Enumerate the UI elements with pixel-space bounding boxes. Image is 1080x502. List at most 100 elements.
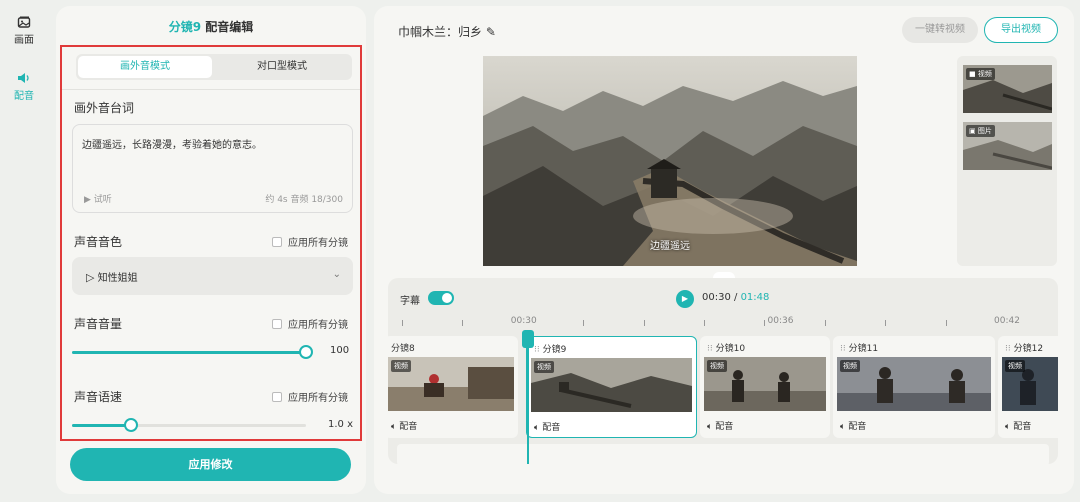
apply-all-label: 应用所有分镜 bbox=[288, 320, 348, 331]
secondary-track[interactable] bbox=[397, 444, 1049, 464]
clip-name: 分镜8 bbox=[391, 344, 415, 354]
rail-item-voice[interactable]: 配音 bbox=[0, 72, 48, 102]
speaker-icon: 🔈︎ bbox=[534, 423, 540, 433]
clip-name-text: 分镜10 bbox=[715, 344, 746, 354]
clip-thumbnail: 视频 bbox=[388, 357, 514, 411]
ruler-tick bbox=[583, 320, 585, 326]
speed-knob[interactable] bbox=[123, 418, 138, 432]
thumbnail-image-asset[interactable]: ▣ 图片 bbox=[963, 122, 1052, 170]
thumbnail-video[interactable]: ■ 视频 bbox=[963, 65, 1052, 113]
video-icon: ■ bbox=[969, 70, 976, 78]
speed-slider[interactable] bbox=[72, 418, 306, 432]
rail-item-image[interactable]: 画面 bbox=[0, 16, 48, 46]
preview-label: 试听 bbox=[93, 195, 112, 205]
ruler-tick bbox=[945, 320, 947, 326]
voice-editor-panel: 分镜9 配音编辑 画外音模式 对口型模式 画外音台词 边疆遥远，长路漫漫，考验着… bbox=[56, 6, 366, 494]
speed-value: 1.0 x bbox=[328, 419, 353, 430]
volume-slider[interactable] bbox=[72, 345, 313, 359]
thumbnail-tag: ▣ 图片 bbox=[966, 125, 995, 137]
panel-title-text: 配音编辑 bbox=[205, 20, 254, 34]
speaker-icon: 🔈︎ bbox=[707, 422, 713, 432]
main-area: 巾帼木兰：归乡 ✎ 一键转视频 导出视频 边疆遥远 ■ 视频 ▣ 图片 ⌄ bbox=[374, 6, 1074, 494]
clip-shot-8[interactable]: 分镜8 视频 🔈︎ 配音 bbox=[388, 336, 518, 438]
speed-fill bbox=[72, 424, 131, 427]
ruler-tick bbox=[764, 320, 766, 326]
video-preview[interactable]: 边疆遥远 bbox=[483, 56, 857, 266]
clip-audio-label: 配音 bbox=[715, 422, 734, 432]
speaker-icon bbox=[18, 73, 29, 83]
drag-handle-icon[interactable]: ⁝⁝ bbox=[840, 344, 846, 354]
apply-all-volume-checkbox[interactable]: 应用所有分镜 bbox=[272, 316, 348, 331]
clip-audio-label: 配音 bbox=[542, 423, 561, 433]
volume-value: 100 bbox=[330, 345, 350, 356]
divider bbox=[62, 89, 360, 90]
clip-audio-label: 配音 bbox=[1013, 422, 1032, 432]
project-title-text: 巾帼木兰：归乡 bbox=[398, 25, 483, 39]
play-icon[interactable]: ▷ bbox=[86, 271, 94, 284]
tab-lipsync-mode[interactable]: 对口型模式 bbox=[214, 56, 350, 78]
speaker-icon: 🔈︎ bbox=[1005, 422, 1011, 432]
clip-shot-10[interactable]: ⁝⁝ 分镜10 视频 🔈︎ 配音 bbox=[700, 336, 830, 438]
clip-tag: 视频 bbox=[534, 361, 554, 373]
playhead[interactable] bbox=[522, 330, 534, 464]
clip-audio[interactable]: 🔈︎ 配音 bbox=[534, 420, 560, 433]
clip-shot-9[interactable]: ⁝⁝ 分镜9 视频 🔈︎ 配音 bbox=[526, 336, 697, 438]
drag-handle-icon[interactable]: ⁝⁝ bbox=[1005, 344, 1011, 354]
time-ruler[interactable]: 00:30 00:36 00:42 bbox=[388, 314, 1058, 334]
apply-all-label: 应用所有分镜 bbox=[288, 238, 348, 249]
ruler-tick bbox=[885, 320, 887, 326]
voiceover-textarea[interactable]: 边疆遥远，长路漫漫，考验着她的意志。 ▶ 试听 约 4s 音频 18/300 bbox=[72, 124, 353, 213]
clip-thumbnail: 视频 bbox=[837, 357, 991, 411]
clip-shot-12[interactable]: ⁝⁝ 分镜12 视频 🔈︎ 配音 bbox=[998, 336, 1058, 438]
clip-audio[interactable]: 🔈︎ 配音 bbox=[1005, 419, 1031, 432]
thumbnail-tag: ■ 视频 bbox=[966, 68, 995, 80]
thumbnail-tag-text: 图片 bbox=[977, 127, 992, 135]
convert-video-button[interactable]: 一键转视频 bbox=[902, 17, 978, 43]
volume-knob[interactable] bbox=[299, 345, 313, 359]
timbre-select[interactable]: ▷ 知性姐姐 ⌄ bbox=[72, 257, 353, 295]
rail-label: 画面 bbox=[14, 35, 34, 46]
clip-shot-11[interactable]: ⁝⁝ 分镜11 视频 🔈︎ 配音 bbox=[833, 336, 995, 438]
apply-all-timbre-checkbox[interactable]: 应用所有分镜 bbox=[272, 234, 348, 249]
toggle-knob bbox=[442, 293, 452, 303]
panel-title: 分镜9 配音编辑 bbox=[56, 18, 366, 35]
time-display: 00:30 / 01:48 bbox=[702, 292, 769, 303]
drag-handle-icon[interactable]: ⁝⁝ bbox=[707, 344, 713, 354]
speaker-icon: 🔈︎ bbox=[840, 422, 846, 432]
export-video-button[interactable]: 导出视频 bbox=[984, 17, 1058, 43]
play-button[interactable]: ▶ bbox=[676, 290, 694, 308]
apply-all-speed-checkbox[interactable]: 应用所有分镜 bbox=[272, 389, 348, 404]
clip-audio-label: 配音 bbox=[399, 422, 418, 432]
ruler-tick bbox=[462, 320, 464, 326]
drag-handle-icon[interactable]: ⁝⁝ bbox=[534, 345, 540, 355]
clip-name: ⁝⁝ 分镜11 bbox=[840, 341, 878, 354]
clip-audio[interactable]: 🔈︎ 配音 bbox=[707, 419, 733, 432]
caption-toggle[interactable] bbox=[428, 291, 454, 305]
voiceover-label: 画外音台词 bbox=[74, 101, 135, 115]
voiceover-text[interactable]: 边疆遥远，长路漫漫，考验着她的意志。 bbox=[82, 136, 262, 151]
timeline: 字幕 ▶ 00:30 / 01:48 00:30 00:36 00:42 分镜8 视… bbox=[388, 278, 1058, 464]
tab-voiceover-mode[interactable]: 画外音模式 bbox=[78, 56, 212, 78]
clip-tag: 视频 bbox=[707, 360, 727, 372]
volume-fill bbox=[72, 351, 306, 354]
apply-button[interactable]: 应用修改 bbox=[70, 448, 351, 481]
clip-audio[interactable]: 🔈︎ 配音 bbox=[391, 419, 417, 432]
edit-icon[interactable]: ✎ bbox=[486, 25, 496, 39]
checkbox-box bbox=[272, 319, 282, 329]
checkbox-box bbox=[272, 392, 282, 402]
caption-label: 字幕 bbox=[400, 296, 420, 307]
ruler-tick-label: 00:42 bbox=[994, 316, 1020, 326]
preview-button[interactable]: ▶ 试听 bbox=[84, 192, 112, 205]
playhead-handle[interactable] bbox=[522, 330, 534, 348]
mode-tabs: 画外音模式 对口型模式 bbox=[76, 54, 352, 80]
clip-tag: 视频 bbox=[1005, 360, 1025, 372]
clip-name-text: 分镜12 bbox=[1013, 344, 1044, 354]
clip-thumbnail: 视频 bbox=[531, 358, 692, 412]
clip-name-text: 分镜11 bbox=[848, 344, 879, 354]
speaker-icon: 🔈︎ bbox=[391, 422, 397, 432]
checkbox-box bbox=[272, 237, 282, 247]
speed-label: 声音语速 bbox=[74, 390, 123, 404]
clip-name: ⁝⁝ 分镜9 bbox=[534, 342, 566, 355]
clip-audio[interactable]: 🔈︎ 配音 bbox=[840, 419, 866, 432]
volume-label: 声音音量 bbox=[74, 317, 123, 331]
